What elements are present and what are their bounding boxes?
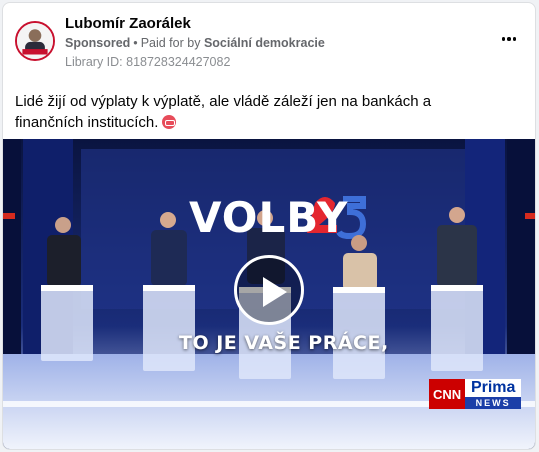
avatar-image (17, 23, 53, 59)
more-dot (512, 37, 517, 41)
more-dot (501, 37, 506, 41)
ad-post-card: Lubomír Zaorálek Sponsored • Paid for by S… (2, 2, 536, 450)
author-name[interactable]: Lubomír Zaorálek (65, 15, 191, 32)
logo-prima-block: Prima NEWS (465, 379, 522, 409)
more-options-icon[interactable] (497, 31, 521, 47)
author-avatar[interactable] (15, 21, 55, 61)
video-subtitle: TO JE VAŠE PRÁCE, (179, 332, 389, 354)
ad-meta-line: Sponsored • Paid for by Sociální demokraci… (65, 36, 325, 50)
logo-news: NEWS (465, 397, 522, 409)
cnn-prima-news-logo: CNN Prima NEWS (429, 379, 522, 409)
no-entry-emoji-icon (162, 115, 177, 129)
paid-for-name[interactable]: Sociální demokracie (204, 36, 325, 50)
post-text: Lidé žijí od výplaty k výplatě, ale vlád… (15, 93, 432, 131)
video-player[interactable]: VOLBY TO JE VAŠE PRÁCE, CNN Prima NEWS (3, 139, 535, 449)
logo-prima: Prima (465, 379, 522, 397)
sponsored-label: Sponsored (65, 36, 131, 50)
logo-cnn: CNN (429, 379, 466, 409)
play-icon[interactable] (234, 255, 304, 325)
paid-for-prefix: Paid for by (140, 36, 201, 50)
library-id: Library ID: 818728324427082 (65, 55, 231, 69)
studio-title: VOLBY (189, 193, 349, 242)
post-body: Lidé žijí od výplaty k výplatě, ale vlád… (15, 91, 495, 133)
meta-separator: • (133, 36, 138, 50)
post-header: Lubomír Zaorálek Sponsored • Paid for by S… (3, 3, 535, 83)
more-dot (507, 37, 511, 41)
